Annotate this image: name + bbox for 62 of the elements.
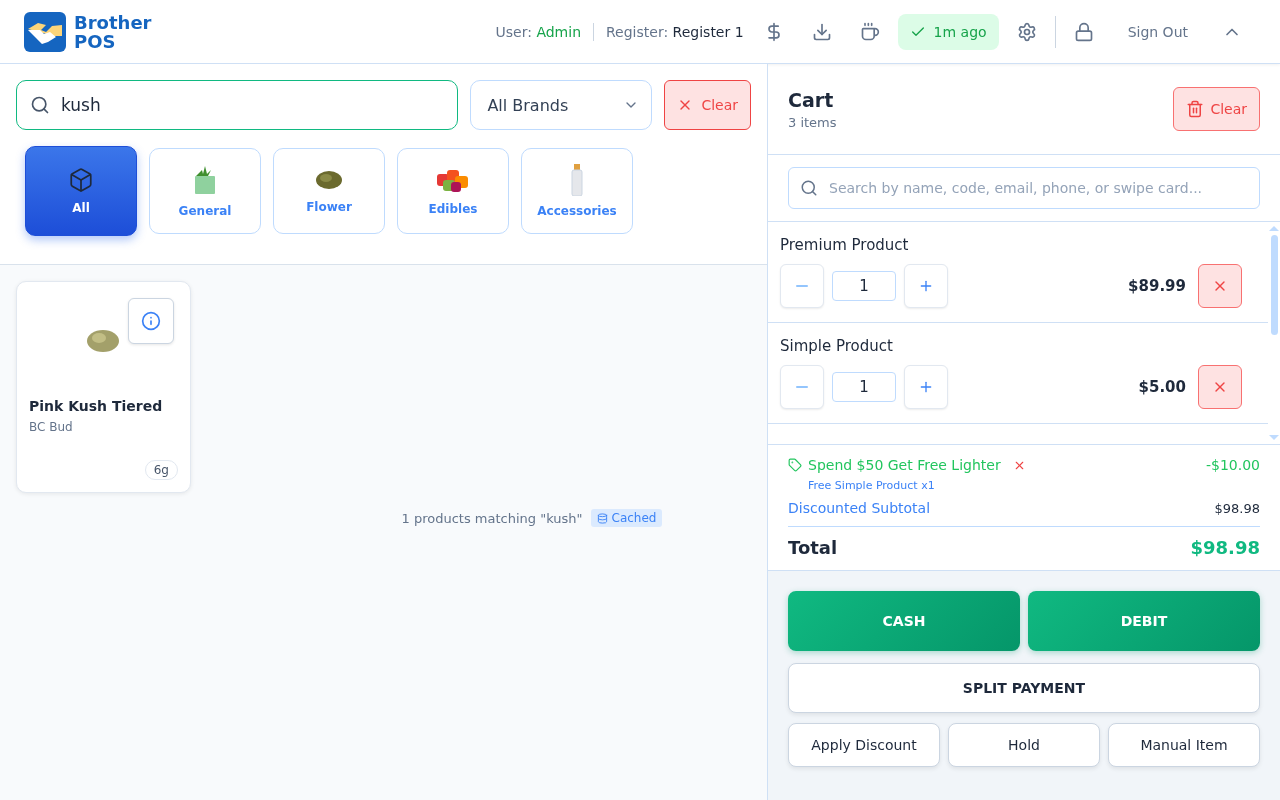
lighter-icon — [571, 164, 583, 196]
payment-button[interactable]: CASH — [788, 591, 1020, 651]
total-label: Total — [788, 537, 838, 558]
increase-button[interactable] — [904, 264, 948, 308]
decrease-button[interactable] — [780, 264, 824, 308]
plus-icon — [918, 278, 934, 294]
trash-icon — [1186, 100, 1205, 118]
info-button[interactable] — [128, 298, 174, 344]
brand-name: Brother POS — [74, 12, 152, 51]
minus-icon — [796, 386, 808, 388]
minus-icon — [796, 285, 808, 287]
cart-count: 3 items — [788, 114, 837, 130]
category-tab[interactable]: All — [25, 146, 137, 236]
product-card[interactable]: Pink Kush Tiered BC Bud 6g — [16, 281, 191, 493]
subtotal-label: Discounted Subtotal — [788, 500, 931, 516]
result-count: 1 products matching "kush" — [401, 510, 583, 526]
category-tab[interactable]: Edibles — [397, 148, 509, 234]
category-tab[interactable]: Flower — [273, 148, 385, 234]
customer-search-field[interactable]: Search by name, code, email, phone, or swipe card... — [788, 167, 1260, 209]
product-brand: BC Bud — [29, 420, 74, 434]
decrease-button[interactable] — [780, 365, 824, 409]
item-price: $89.99 — [1128, 277, 1186, 295]
info-icon — [141, 311, 161, 331]
action-button[interactable]: Hold — [948, 723, 1100, 767]
action-button[interactable]: Apply Discount — [788, 723, 940, 767]
cart-item-name: Premium Product — [780, 236, 910, 254]
clear-cart-button[interactable]: Clear — [1173, 87, 1260, 131]
brand-dropdown[interactable]: All Brands — [470, 80, 653, 130]
cart-item-name: Simple Product — [780, 337, 894, 355]
remove-item-button[interactable] — [1198, 365, 1242, 409]
sync-status[interactable]: 1m ago — [897, 13, 999, 50]
product-name: Pink Kush Tiered — [29, 398, 164, 414]
cached-badge: Cached — [590, 509, 663, 527]
product-search-field[interactable]: kush — [16, 80, 459, 130]
increase-button[interactable] — [904, 365, 948, 409]
plus-icon — [918, 379, 934, 395]
payment-button[interactable]: SPLIT PAYMENT — [788, 663, 1260, 713]
register-info: Register: Register 1 — [606, 23, 744, 40]
subtotal-value: $98.98 — [1214, 500, 1260, 516]
sign-out-button[interactable]: Sign Out — [1107, 23, 1208, 40]
payment-button[interactable]: DEBIT — [1028, 591, 1260, 651]
quantity-field[interactable]: 1 — [832, 372, 896, 402]
category-tab[interactable]: Accessories — [521, 148, 633, 234]
total-value: $98.98 — [1190, 537, 1260, 558]
handshake-logo-icon — [24, 11, 66, 52]
cannabis-bud-icon — [314, 168, 344, 192]
tag-icon — [788, 458, 802, 472]
remove-item-button[interactable] — [1198, 264, 1242, 308]
promotion-detail: Free Simple Product x1 — [808, 479, 936, 492]
search-icon — [30, 95, 50, 115]
package-icon — [68, 167, 94, 193]
user-info: User: Admin — [495, 23, 581, 40]
database-icon — [596, 512, 608, 524]
search-icon — [800, 179, 818, 197]
item-price: $5.00 — [1138, 378, 1186, 396]
cart-title: Cart — [788, 88, 835, 111]
clear-filters-button[interactable]: Clear — [664, 80, 751, 130]
promotion-name: Spend $50 Get Free Lighter — [808, 457, 1001, 473]
category-tab[interactable]: General — [149, 148, 261, 234]
promotion-amount: -$10.00 — [1205, 457, 1260, 473]
action-button[interactable]: Manual Item — [1108, 723, 1260, 767]
quantity-field[interactable]: 1 — [832, 271, 896, 301]
